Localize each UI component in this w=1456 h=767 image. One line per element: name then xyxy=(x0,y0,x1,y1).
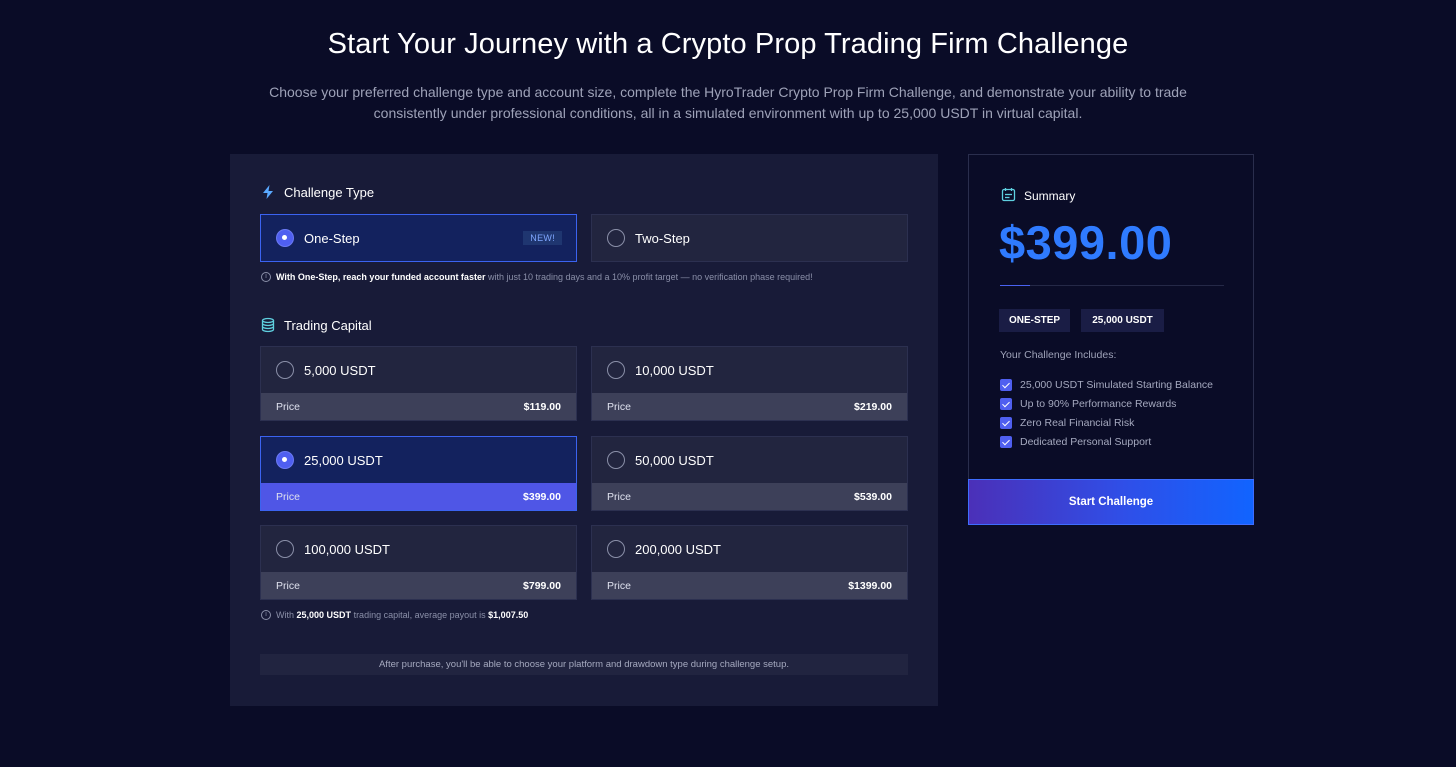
price-label: Price xyxy=(607,490,631,503)
price-label: Price xyxy=(607,400,631,413)
checkbox-icon xyxy=(1000,398,1012,410)
price-value: $219.00 xyxy=(854,400,892,413)
trading-capital-label: Trading Capital xyxy=(284,317,372,333)
radio-button[interactable] xyxy=(276,451,294,469)
capital-amount: 50,000 USDT xyxy=(635,452,714,468)
summary-heading: Summary xyxy=(1001,187,1075,205)
radio-button[interactable] xyxy=(607,540,625,558)
challenge-type-tag: ONE-STEP xyxy=(999,309,1070,332)
payout-capital: 25,000 USDT xyxy=(296,610,352,620)
info-icon: i xyxy=(261,610,271,620)
trading-capital-heading: Trading Capital xyxy=(260,317,372,333)
info-text: with just 10 trading days and a 10% prof… xyxy=(487,272,813,282)
price-label: Price xyxy=(276,400,300,413)
capital-amount: 10,000 USDT xyxy=(635,362,714,378)
capital-option-10000[interactable]: 10,000 USDT Price $219.00 xyxy=(591,346,908,421)
capital-option-200000[interactable]: 200,000 USDT Price $1399.00 xyxy=(591,525,908,600)
include-item: 25,000 USDT Simulated Starting Balance xyxy=(1000,379,1213,391)
capital-option-25000[interactable]: 25,000 USDT Price $399.00 xyxy=(260,436,577,511)
include-item: Up to 90% Performance Rewards xyxy=(1000,398,1176,410)
include-text: Up to 90% Performance Rewards xyxy=(1020,398,1177,410)
start-challenge-button[interactable]: Start Challenge xyxy=(968,479,1254,525)
price-value: $119.00 xyxy=(523,400,561,413)
price-label: Price xyxy=(276,490,300,503)
payout-middle: trading capital, average payout is xyxy=(353,610,486,620)
page-subtitle: Choose your preferred challenge type and… xyxy=(269,84,1187,121)
challenge-type-label: Two-Step xyxy=(635,230,690,246)
challenge-type-label: One-Step xyxy=(304,230,360,246)
summary-panel: Summary $399.00 ONE-STEP 25,000 USDT You… xyxy=(968,154,1254,525)
capital-amount: 25,000 USDT xyxy=(304,452,383,468)
price-value: $799.00 xyxy=(523,579,561,592)
lightning-icon xyxy=(260,184,276,200)
payout-info: i With 25,000 USDT trading capital, aver… xyxy=(261,610,528,620)
divider xyxy=(1000,285,1224,286)
new-badge: NEW! xyxy=(523,231,562,245)
info-icon: i xyxy=(261,272,271,282)
radio-button[interactable] xyxy=(607,361,625,379)
price-value: $1399.00 xyxy=(848,579,892,592)
radio-button[interactable] xyxy=(276,540,294,558)
price-label: Price xyxy=(276,579,300,592)
coins-stack-icon xyxy=(260,317,276,333)
price-value: $399.00 xyxy=(523,490,561,503)
capital-option-5000[interactable]: 5,000 USDT Price $119.00 xyxy=(260,346,577,421)
capital-amount: 100,000 USDT xyxy=(304,541,390,557)
challenge-config-panel: Challenge Type One-Step NEW! Two-Step i … xyxy=(230,154,938,706)
total-price: $399.00 xyxy=(999,216,1173,269)
radio-button[interactable] xyxy=(607,451,625,469)
post-purchase-note: After purchase, you'll be able to choose… xyxy=(260,654,908,675)
challenge-type-info: i With One-Step, reach your funded accou… xyxy=(261,272,813,282)
challenge-type-two-step[interactable]: Two-Step xyxy=(591,214,908,262)
include-item: Dedicated Personal Support xyxy=(1000,436,1151,448)
include-text: Dedicated Personal Support xyxy=(1020,436,1152,448)
include-text: Zero Real Financial Risk xyxy=(1020,417,1135,429)
checkbox-icon xyxy=(1000,379,1012,391)
radio-button[interactable] xyxy=(276,229,294,247)
include-text: 25,000 USDT Simulated Starting Balance xyxy=(1020,379,1213,391)
capital-tag: 25,000 USDT xyxy=(1081,309,1164,332)
capital-option-50000[interactable]: 50,000 USDT Price $539.00 xyxy=(591,436,908,511)
payout-prefix: With xyxy=(276,610,294,620)
payout-value: $1,007.50 xyxy=(488,610,529,620)
capital-amount: 200,000 USDT xyxy=(635,541,721,557)
divider-accent xyxy=(1000,285,1030,286)
challenge-type-label: Challenge Type xyxy=(284,184,375,200)
page-title: Start Your Journey with a Crypto Prop Tr… xyxy=(327,28,1129,60)
include-item: Zero Real Financial Risk xyxy=(1000,417,1134,429)
challenge-type-heading: Challenge Type xyxy=(260,184,374,200)
includes-title: Your Challenge Includes: xyxy=(1000,349,1117,361)
price-label: Price xyxy=(607,579,631,592)
checkbox-icon xyxy=(1000,436,1012,448)
capital-amount: 5,000 USDT xyxy=(304,362,376,378)
radio-button[interactable] xyxy=(607,229,625,247)
calendar-icon xyxy=(1001,187,1016,205)
radio-button[interactable] xyxy=(276,361,294,379)
capital-option-100000[interactable]: 100,000 USDT Price $799.00 xyxy=(260,525,577,600)
info-bold-text: With One-Step, reach your funded account… xyxy=(276,272,486,282)
price-value: $539.00 xyxy=(854,490,892,503)
challenge-type-one-step[interactable]: One-Step NEW! xyxy=(260,214,577,262)
summary-label: Summary xyxy=(1024,189,1076,203)
checkbox-icon xyxy=(1000,417,1012,429)
